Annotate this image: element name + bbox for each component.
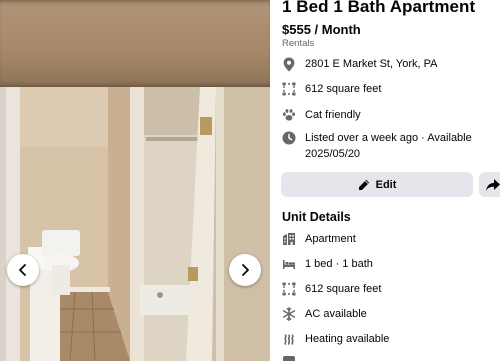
- detail-row-ac: AC available: [282, 307, 367, 321]
- address-text: 2801 E Market St, York, PA: [305, 58, 438, 70]
- detail-label: Apartment: [305, 233, 356, 245]
- share-arrow-icon: [486, 178, 500, 191]
- detail-row-size: 612 square feet: [282, 282, 381, 296]
- square-feet-icon: [282, 282, 296, 296]
- detail-row-type: Apartment: [282, 232, 356, 246]
- clock-icon: [282, 130, 296, 146]
- detail-label: 1 bed · 1 bath: [305, 258, 373, 270]
- listing-details-panel: 1 Bed 1 Bath Apartment $555 / Month Rent…: [270, 0, 500, 361]
- detail-row-heating: Heating available: [282, 332, 389, 346]
- bed-icon: [282, 257, 296, 271]
- edit-button-label: Edit: [375, 178, 397, 191]
- square-feet-icon: [282, 81, 296, 97]
- paw-icon: [282, 107, 296, 123]
- listing-photo: [0, 87, 270, 361]
- unit-details-heading: Unit Details: [282, 210, 351, 224]
- listed-row: Listed over a week ago · Available 2025/…: [282, 130, 495, 162]
- pets-text: Cat friendly: [305, 109, 361, 121]
- next-photo-button[interactable]: [229, 254, 261, 286]
- chevron-left-icon: [19, 264, 26, 276]
- previous-photo-button[interactable]: [7, 254, 39, 286]
- size-text: 612 square feet: [305, 83, 382, 95]
- detail-row-beds: 1 bed · 1 bath: [282, 257, 373, 271]
- heating-icon: [282, 332, 296, 346]
- snowflake-icon: [282, 307, 296, 321]
- share-button[interactable]: [479, 172, 500, 197]
- location-pin-icon: [282, 56, 296, 72]
- chevron-right-icon: [242, 264, 249, 276]
- listing-category[interactable]: Rentals: [282, 38, 314, 49]
- pets-row: Cat friendly: [282, 107, 495, 123]
- detail-label: 612 square feet: [305, 283, 382, 295]
- detail-label: AC available: [305, 308, 367, 320]
- blurred-photo-backdrop: [0, 0, 270, 90]
- size-row: 612 square feet: [282, 81, 495, 97]
- detail-label: Heating available: [305, 333, 390, 345]
- detail-row-next: [282, 355, 305, 361]
- photo-gallery: [0, 0, 270, 361]
- building-icon: [282, 232, 296, 246]
- edit-button[interactable]: Edit: [281, 172, 473, 197]
- listing-price: $555 / Month: [282, 22, 361, 37]
- listing-title: 1 Bed 1 Bath Apartment: [282, 0, 476, 16]
- listed-text: Listed over a week ago · Available 2025/…: [305, 132, 472, 160]
- address-row[interactable]: 2801 E Market St, York, PA: [282, 56, 495, 72]
- detail-icon: [282, 355, 296, 361]
- pencil-icon: [358, 179, 369, 190]
